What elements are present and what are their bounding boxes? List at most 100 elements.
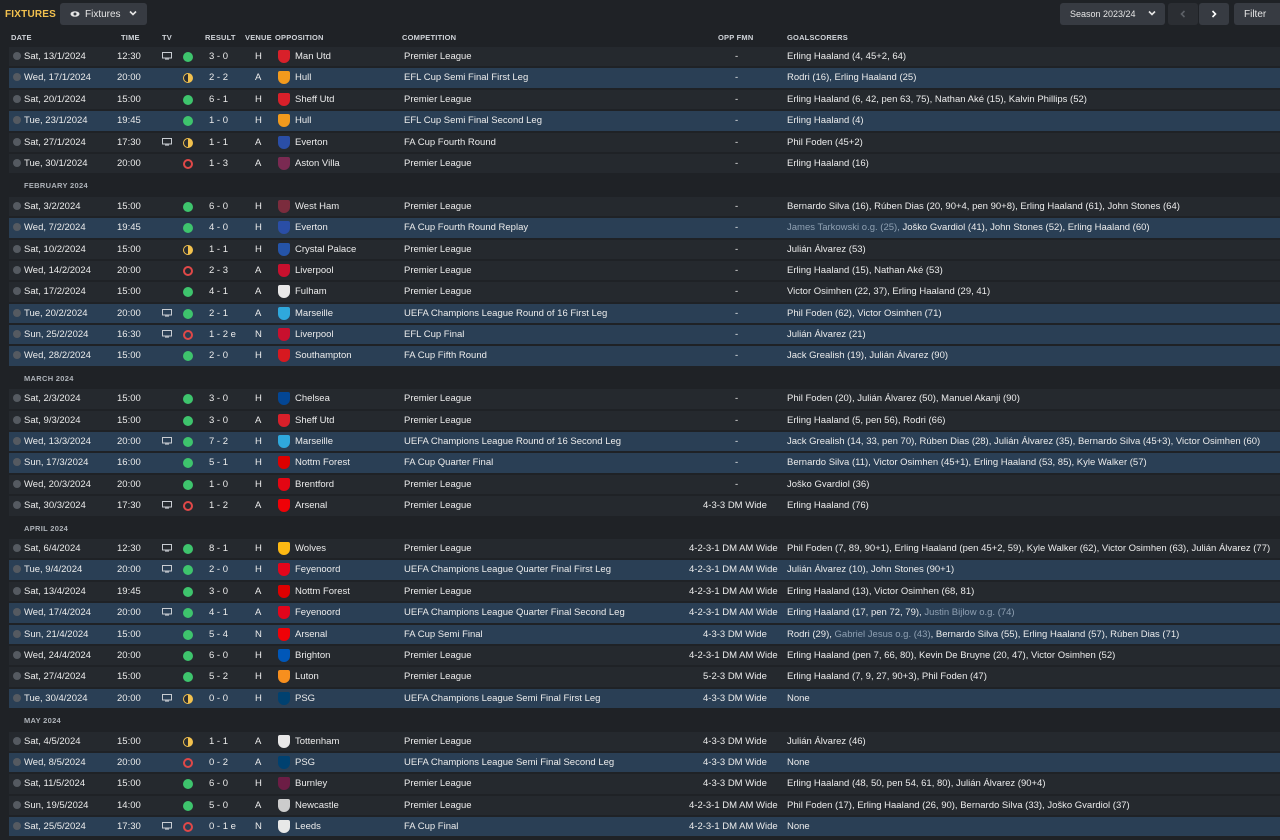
- fixture-result[interactable]: 1 - 1: [209, 736, 228, 747]
- col-opp-fmn[interactable]: OPP FMN: [718, 33, 753, 42]
- fixture-result[interactable]: 0 - 0: [209, 693, 228, 704]
- opposition-name[interactable]: Feyenoord: [295, 607, 340, 618]
- fixture-row[interactable]: Sat, 27/1/2024 17:30 1 - 1 A Everton FA Cup F…: [0, 132, 1280, 153]
- competition-name[interactable]: Premier League: [404, 736, 472, 747]
- competition-name[interactable]: UEFA Champions League Quarter Final Seco…: [404, 607, 625, 618]
- fixture-row[interactable]: Tue, 23/1/2024 19:45 1 - 0 H Hull EFL Cup Sem…: [0, 110, 1280, 131]
- opposition-name[interactable]: Luton: [295, 671, 319, 682]
- fixture-row[interactable]: Wed, 17/1/2024 20:00 2 - 2 A Hull EFL Cup Sem…: [0, 67, 1280, 88]
- view-selector-button[interactable]: Fixtures: [60, 3, 147, 25]
- opposition-name[interactable]: Leeds: [295, 821, 321, 832]
- opposition-name[interactable]: Wolves: [295, 543, 326, 554]
- opposition-name[interactable]: Sheff Utd: [295, 94, 334, 105]
- competition-name[interactable]: FA Cup Semi Final: [404, 629, 483, 640]
- select-dot[interactable]: [13, 736, 21, 745]
- fixture-result[interactable]: 0 - 1 e: [209, 821, 236, 832]
- fixture-result[interactable]: 5 - 4: [209, 629, 228, 640]
- fixture-row[interactable]: Tue, 9/4/2024 20:00 2 - 0 H Feyenoord UEFA Ch…: [0, 559, 1280, 580]
- opposition-name[interactable]: Liverpool: [295, 265, 334, 276]
- fixture-result[interactable]: 2 - 0: [209, 350, 228, 361]
- select-dot[interactable]: [13, 265, 21, 274]
- fixture-result[interactable]: 3 - 0: [209, 51, 228, 62]
- select-dot[interactable]: [13, 137, 21, 146]
- fixture-row[interactable]: Wed, 13/3/2024 20:00 7 - 2 H Marseille UEFA C…: [0, 431, 1280, 452]
- fixture-result[interactable]: 1 - 0: [209, 115, 228, 126]
- fixture-row[interactable]: Tue, 30/4/2024 20:00 0 - 0 H PSG UEFA Champio…: [0, 688, 1280, 709]
- fixture-result[interactable]: 6 - 0: [209, 650, 228, 661]
- opposition-name[interactable]: Man Utd: [295, 51, 331, 62]
- fixture-row[interactable]: Sat, 13/1/2024 12:30 3 - 0 H Man Utd Premier …: [0, 46, 1280, 67]
- competition-name[interactable]: UEFA Champions League Round of 16 Second…: [404, 436, 621, 447]
- competition-name[interactable]: Premier League: [404, 265, 472, 276]
- col-tv[interactable]: TV: [162, 33, 172, 42]
- fixture-result[interactable]: 1 - 1: [209, 137, 228, 148]
- fixture-row[interactable]: Sun, 21/4/2024 15:00 5 - 4 N Arsenal FA Cup S…: [0, 624, 1280, 645]
- fixture-result[interactable]: 2 - 3: [209, 265, 228, 276]
- fixture-result[interactable]: 7 - 2: [209, 436, 228, 447]
- select-dot[interactable]: [13, 543, 21, 552]
- opposition-name[interactable]: Tottenham: [295, 736, 339, 747]
- select-dot[interactable]: [13, 757, 21, 766]
- select-dot[interactable]: [13, 822, 21, 831]
- fixture-row[interactable]: Sat, 25/5/2024 17:30 0 - 1 e N Leeds FA Cup F…: [0, 816, 1280, 837]
- select-dot[interactable]: [13, 52, 21, 60]
- opposition-name[interactable]: Nottm Forest: [295, 457, 350, 468]
- fixture-row[interactable]: Tue, 30/1/2024 20:00 1 - 3 A Aston Villa Prem…: [0, 153, 1280, 174]
- opposition-name[interactable]: Fulham: [295, 286, 327, 297]
- opposition-name[interactable]: PSG: [295, 757, 315, 768]
- opposition-name[interactable]: Brentford: [295, 479, 334, 490]
- fixture-row[interactable]: Wed, 20/3/2024 20:00 1 - 0 H Brentford Premie…: [0, 474, 1280, 495]
- col-date[interactable]: DATE: [11, 33, 32, 42]
- select-dot[interactable]: [13, 201, 21, 210]
- competition-name[interactable]: Premier League: [404, 543, 472, 554]
- opposition-name[interactable]: Burnley: [295, 778, 327, 789]
- col-competition[interactable]: COMPETITION: [402, 33, 456, 42]
- select-dot[interactable]: [13, 437, 21, 446]
- competition-name[interactable]: FA Cup Final: [404, 821, 458, 832]
- competition-name[interactable]: Premier League: [404, 158, 472, 169]
- select-dot[interactable]: [13, 629, 21, 638]
- fixture-result[interactable]: 5 - 2: [209, 671, 228, 682]
- fixture-row[interactable]: Wed, 14/2/2024 20:00 2 - 3 A Liverpool Premie…: [0, 260, 1280, 281]
- fixture-row[interactable]: Sat, 27/4/2024 15:00 5 - 2 H Luton Premier Le…: [0, 666, 1280, 687]
- opposition-name[interactable]: PSG: [295, 693, 315, 704]
- fixture-result[interactable]: 3 - 0: [209, 415, 228, 426]
- col-goalscorers[interactable]: GOALSCORERS: [787, 33, 848, 42]
- opposition-name[interactable]: Marseille: [295, 436, 333, 447]
- opposition-name[interactable]: Everton: [295, 137, 328, 148]
- competition-name[interactable]: Premier League: [404, 671, 472, 682]
- filter-button[interactable]: Filter: [1234, 3, 1280, 25]
- fixture-result[interactable]: 1 - 1: [209, 244, 228, 255]
- competition-name[interactable]: UEFA Champions League Semi Final Second …: [404, 757, 614, 768]
- competition-name[interactable]: UEFA Champions League Semi Final First L…: [404, 693, 600, 704]
- fixture-result[interactable]: 3 - 0: [209, 586, 228, 597]
- select-dot[interactable]: [13, 800, 21, 809]
- opposition-name[interactable]: Aston Villa: [295, 158, 340, 169]
- col-opposition[interactable]: OPPOSITION: [275, 33, 324, 42]
- fixture-result[interactable]: 2 - 1: [209, 308, 228, 319]
- opposition-name[interactable]: Everton: [295, 222, 328, 233]
- select-dot[interactable]: [13, 308, 21, 317]
- fixture-row[interactable]: Wed, 24/4/2024 20:00 6 - 0 H Brighton Premier…: [0, 645, 1280, 666]
- fixture-result[interactable]: 6 - 1: [209, 94, 228, 105]
- fixture-row[interactable]: Sat, 20/1/2024 15:00 6 - 1 H Sheff Utd Premie…: [0, 89, 1280, 110]
- fixture-result[interactable]: 1 - 2: [209, 500, 228, 511]
- fixture-result[interactable]: 4 - 0: [209, 222, 228, 233]
- select-dot[interactable]: [13, 586, 21, 595]
- fixture-row[interactable]: Sat, 30/3/2024 17:30 1 - 2 A Arsenal Premier …: [0, 495, 1280, 516]
- opposition-name[interactable]: Chelsea: [295, 393, 330, 404]
- opposition-name[interactable]: Southampton: [295, 350, 352, 361]
- competition-name[interactable]: UEFA Champions League Round of 16 First …: [404, 308, 607, 319]
- competition-name[interactable]: UEFA Champions League Quarter Final Firs…: [404, 564, 611, 575]
- select-dot[interactable]: [13, 693, 21, 702]
- fixture-result[interactable]: 6 - 0: [209, 778, 228, 789]
- competition-name[interactable]: EFL Cup Final: [404, 329, 464, 340]
- fixture-row[interactable]: Sat, 13/4/2024 19:45 3 - 0 A Nottm Forest Pre…: [0, 581, 1280, 602]
- competition-name[interactable]: EFL Cup Semi Final Second Leg: [404, 115, 542, 126]
- season-selector[interactable]: Season 2023/24: [1060, 3, 1165, 25]
- competition-name[interactable]: Premier League: [404, 201, 472, 212]
- select-dot[interactable]: [13, 650, 21, 659]
- competition-name[interactable]: Premier League: [404, 800, 472, 811]
- competition-name[interactable]: Premier League: [404, 500, 472, 511]
- fixture-result[interactable]: 2 - 2: [209, 72, 228, 83]
